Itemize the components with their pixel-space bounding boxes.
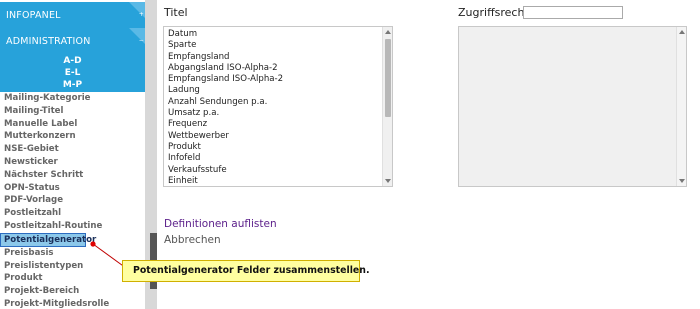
sidebar-item-newsticker[interactable]: Newsticker bbox=[0, 156, 145, 169]
title-option[interactable]: Produkt bbox=[164, 142, 392, 153]
cancel-link[interactable]: Abbrechen bbox=[164, 234, 221, 246]
access-label: Zugriffsrecht bbox=[458, 6, 529, 19]
access-input[interactable] bbox=[523, 6, 623, 19]
sidebar-item-opn-status[interactable]: OPN-Status bbox=[0, 182, 145, 195]
sidebar-item-mailing-titel[interactable]: Mailing-Titel bbox=[0, 105, 145, 118]
title-option[interactable]: Datum bbox=[164, 29, 392, 40]
sidebar-item-nächster-schritt[interactable]: Nächster Schritt bbox=[0, 169, 145, 182]
scroll-thumb[interactable] bbox=[385, 39, 391, 117]
title-listbox-scrollbar[interactable] bbox=[382, 27, 392, 186]
az-filter-a-d[interactable]: A-D bbox=[0, 56, 145, 66]
title-option[interactable]: Empfangsland ISO-Alpha-2 bbox=[164, 74, 392, 85]
title-options: Datum Sparte Empfangsland Abgangsland ISO-A… bbox=[164, 27, 392, 186]
list-definitions-link[interactable]: Definitionen auflisten bbox=[164, 218, 277, 230]
az-filter-m-p[interactable]: M-P bbox=[0, 80, 145, 90]
expand-corner-icon[interactable]: + bbox=[129, 2, 145, 18]
title-option[interactable]: Empfangsland bbox=[164, 52, 392, 63]
sidebar-item-manuelle-label[interactable]: Manuelle Label bbox=[0, 118, 145, 131]
sidebar-item-projekt-mitgliedsrolle[interactable]: Projekt-Mitgliedsrolle bbox=[0, 298, 145, 309]
sidebar-item-nse-gebiet[interactable]: NSE-Gebiet bbox=[0, 143, 145, 156]
title-label: Titel bbox=[164, 6, 188, 19]
title-option[interactable]: Wettbewerber bbox=[164, 131, 392, 142]
administration-header[interactable]: ADMINISTRATION − bbox=[0, 28, 145, 54]
title-option[interactable]: Abgangsland ISO-Alpha-2 bbox=[164, 63, 392, 74]
sidebar-item-postleitzahl[interactable]: Postleitzahl bbox=[0, 207, 145, 220]
sidebar-item-mutterkonzern[interactable]: Mutterkonzern bbox=[0, 130, 145, 143]
scroll-down-icon[interactable] bbox=[385, 179, 391, 183]
title-option[interactable]: Sparte bbox=[164, 40, 392, 51]
sidebar-item-potentialgenerator[interactable]: Potentialgenerator bbox=[0, 232, 96, 247]
sidebar-item-projekt-bereich[interactable]: Projekt-Bereich bbox=[0, 285, 145, 298]
scroll-up-icon[interactable] bbox=[385, 30, 391, 34]
title-option[interactable]: Einheit bbox=[164, 176, 392, 186]
title-option[interactable]: Ladung bbox=[164, 85, 392, 96]
access-listbox[interactable] bbox=[458, 26, 687, 187]
infopanel-label: INFOPANEL bbox=[6, 10, 61, 21]
title-option[interactable]: Frequenz bbox=[164, 119, 392, 130]
collapse-corner-icon[interactable]: − bbox=[129, 28, 145, 44]
title-option[interactable]: Umsatz p.a. bbox=[164, 108, 392, 119]
administration-label: ADMINISTRATION bbox=[6, 36, 91, 47]
sidebar-item-mailing-kategorie[interactable]: Mailing-Kategorie bbox=[0, 92, 145, 105]
alphabet-filter: A-D E-L M-P bbox=[0, 54, 145, 92]
az-filter-e-l[interactable]: E-L bbox=[0, 68, 145, 78]
sidebar-item-pdf-vorlage[interactable]: PDF-Vorlage bbox=[0, 194, 145, 207]
scroll-down-icon[interactable] bbox=[679, 179, 685, 183]
annotation-callout: Potentialgenerator Felder zusammenstelle… bbox=[122, 260, 370, 282]
title-option[interactable]: Verkaufsstufe bbox=[164, 165, 392, 176]
title-option[interactable]: Anzahl Sendungen p.a. bbox=[164, 97, 392, 108]
scroll-up-icon[interactable] bbox=[679, 30, 685, 34]
title-listbox[interactable]: Datum Sparte Empfangsland Abgangsland ISO-A… bbox=[163, 26, 393, 187]
infopanel-header[interactable]: INFOPANEL + bbox=[0, 2, 145, 28]
sidebar-item-postleitzahl-routine[interactable]: Postleitzahl-Routine bbox=[0, 220, 145, 233]
access-listbox-scrollbar[interactable] bbox=[676, 27, 686, 186]
title-option[interactable]: Infofeld bbox=[164, 153, 392, 164]
